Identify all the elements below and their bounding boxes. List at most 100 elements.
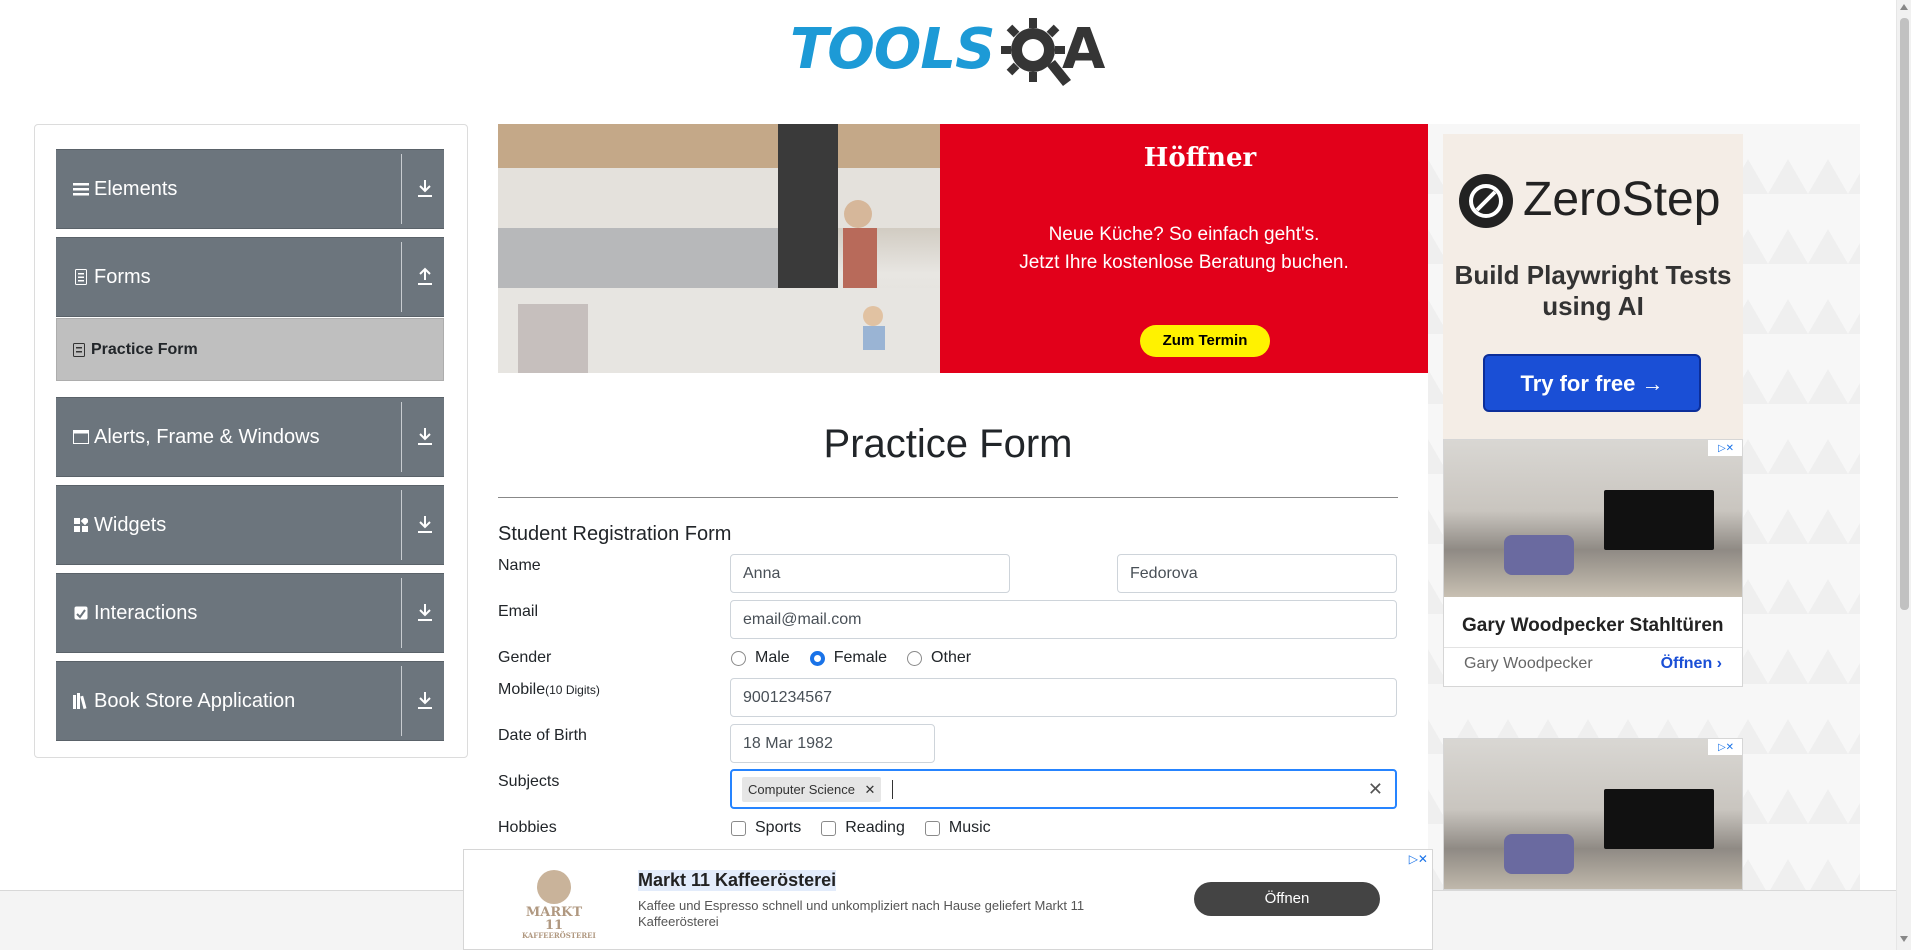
hamburger-icon [72,180,90,198]
sidebar-group-book-store[interactable]: Book Store Application [56,661,444,741]
adchoices-icon[interactable]: ▷✕ [1708,739,1742,755]
dob-label: Date of Birth [498,727,587,744]
divider [401,666,402,736]
ad-headline[interactable]: Gary Woodpecker Stahltüren [1444,597,1742,647]
sidebar-group-widgets[interactable]: Widgets [56,485,444,565]
sidebar-group-label: Book Store Application [94,689,296,712]
sofa-shape [1504,535,1574,575]
email-label: Email [498,603,539,620]
gary-woodpecker-ad[interactable]: ▷✕ Gary Woodpecker Stahltüren Gary Woodp… [1443,439,1743,687]
sidebar-item-practice-form[interactable]: Practice Form [56,318,444,381]
ad-cta-button[interactable]: Zum Termin [1140,325,1270,357]
scroll-down-icon[interactable] [1900,936,1908,942]
date-of-birth-input[interactable]: 18 Mar 1982 [730,724,935,763]
sidebar-group-interactions[interactable]: Interactions [56,573,444,653]
living-room-photo: ▷✕ [1444,440,1742,597]
hobby-label[interactable]: Sports [755,819,801,837]
document-icon [72,268,90,286]
mobile-label-text: Mobile [498,681,546,698]
download-icon [418,180,432,197]
first-name-input[interactable]: Anna [730,554,1010,593]
logo-text: TOOLS [790,17,995,82]
download-icon [418,428,432,445]
download-icon [418,692,432,709]
gender-option-label[interactable]: Male [755,649,790,667]
ad-advertiser: Gary Woodpecker [1464,654,1593,672]
try-for-free-button[interactable]: Try for free → [1483,354,1701,412]
sidebar-group-label: Interactions [94,601,198,624]
bottom-ad-title[interactable]: Markt 11 Kaffeerösterei [638,870,837,891]
mobile-label: Mobile(10 Digits) [498,681,600,699]
living-room-photo: ▷✕ [1444,739,1742,889]
markt11-logo: MARKT 11 KAFFEERÖSTEREI [522,870,596,940]
hobby-sports-checkbox[interactable] [731,820,746,836]
hobby-reading-checkbox[interactable] [821,820,837,836]
sidebar-group-forms[interactable]: Forms [56,237,444,317]
zerostep-tagline: Build Playwright Tests using AI [1454,260,1732,321]
scroll-thumb[interactable] [1900,18,1909,610]
hobby-label[interactable]: Music [949,819,991,837]
adchoices-close-icon[interactable]: ▷✕ [1409,852,1428,866]
page-scrollbar[interactable] [1896,0,1911,950]
gender-other-radio[interactable] [907,650,923,666]
divider [401,154,402,224]
divider [401,578,402,648]
clear-icon[interactable]: ✕ [1368,779,1383,800]
hoffner-logo: Höffner [1140,140,1260,176]
email-input[interactable]: email@mail.com [730,600,1397,639]
gender-radio-group: Male Female Other [731,649,991,667]
subject-chip-label: Computer Science [748,782,855,797]
sidebar-item-label: Practice Form [91,340,198,358]
sidebar-group-label: Forms [94,265,151,288]
page-title: Practice Form [823,422,1073,466]
text-caret [892,780,893,799]
subjects-label: Subjects [498,773,560,790]
hoffner-ad-panel: Höffner Neue Küche? So einfach geht's. J… [940,124,1428,373]
mobile-input[interactable]: 9001234567 [730,678,1397,717]
ad-open-label: Öffnen [1660,654,1713,672]
gender-option-label[interactable]: Other [931,649,971,667]
last-name-input[interactable]: Fedorova [1117,554,1397,593]
remove-chip-icon[interactable]: ✕ [859,777,881,802]
ad-footer: Gary Woodpecker Öffnen › [1444,647,1742,679]
gender-male-radio[interactable] [731,650,746,666]
hobby-label[interactable]: Reading [845,819,905,837]
gender-option-label[interactable]: Female [834,649,887,667]
divider [401,490,402,560]
kitchen-photo [498,124,940,373]
download-icon [418,604,432,621]
sidebar-group-alerts[interactable]: Alerts, Frame & Windows [56,397,444,477]
mobile-hint: (10 Digits) [545,683,600,697]
divider [498,497,1398,498]
zerostep-logo-icon [1459,174,1513,228]
logo-letter: A [1062,17,1106,82]
sidebar-group-label: Alerts, Frame & Windows [94,425,320,448]
scroll-up-icon[interactable] [1900,4,1908,10]
zerostep-ad[interactable]: ZeroStep Build Playwright Tests using AI… [1443,134,1743,439]
adchoices-icon[interactable]: ▷✕ [1708,440,1742,456]
sidebar-group-elements[interactable]: Elements [56,149,444,229]
window-icon [72,428,90,446]
divider [401,402,402,472]
bottom-ad-open-button[interactable]: Öffnen [1194,882,1380,916]
grid-icon [72,516,90,534]
bottom-banner-ad[interactable]: MARKT 11 KAFFEERÖSTEREI Markt 11 Kaffeer… [463,849,1433,950]
sidebar-group-label: Widgets [94,513,167,536]
subjects-input[interactable]: Computer Science ✕ ✕ [730,769,1397,809]
ad-tagline-1: Neue Küche? So einfach geht's. [1048,224,1320,245]
hobbies-checkbox-group: Sports Reading Music [731,819,1011,837]
form-subtitle: Student Registration Form [498,523,732,545]
ad-open-link[interactable]: Öffnen › [1661,655,1722,673]
top-banner-ad[interactable]: Höffner Neue Küche? So einfach geht's. J… [498,124,1428,373]
tv-shape [1604,789,1714,849]
form-icon [73,342,85,357]
toolsqa-logo[interactable]: TOOLS A [790,16,1110,90]
logo-sub: KAFFEERÖSTEREI [522,931,596,940]
sidebar-group-label: Elements [94,177,178,200]
hobby-music-checkbox[interactable] [924,820,940,836]
zerostep-name: ZeroStep [1523,173,1721,226]
gary-woodpecker-ad-2[interactable]: ▷✕ [1443,738,1743,890]
ad-tagline-2: Jetzt Ihre kostenlose Beratung buchen. [1019,252,1349,273]
gender-female-radio[interactable] [809,650,825,666]
interaction-icon [72,604,90,622]
